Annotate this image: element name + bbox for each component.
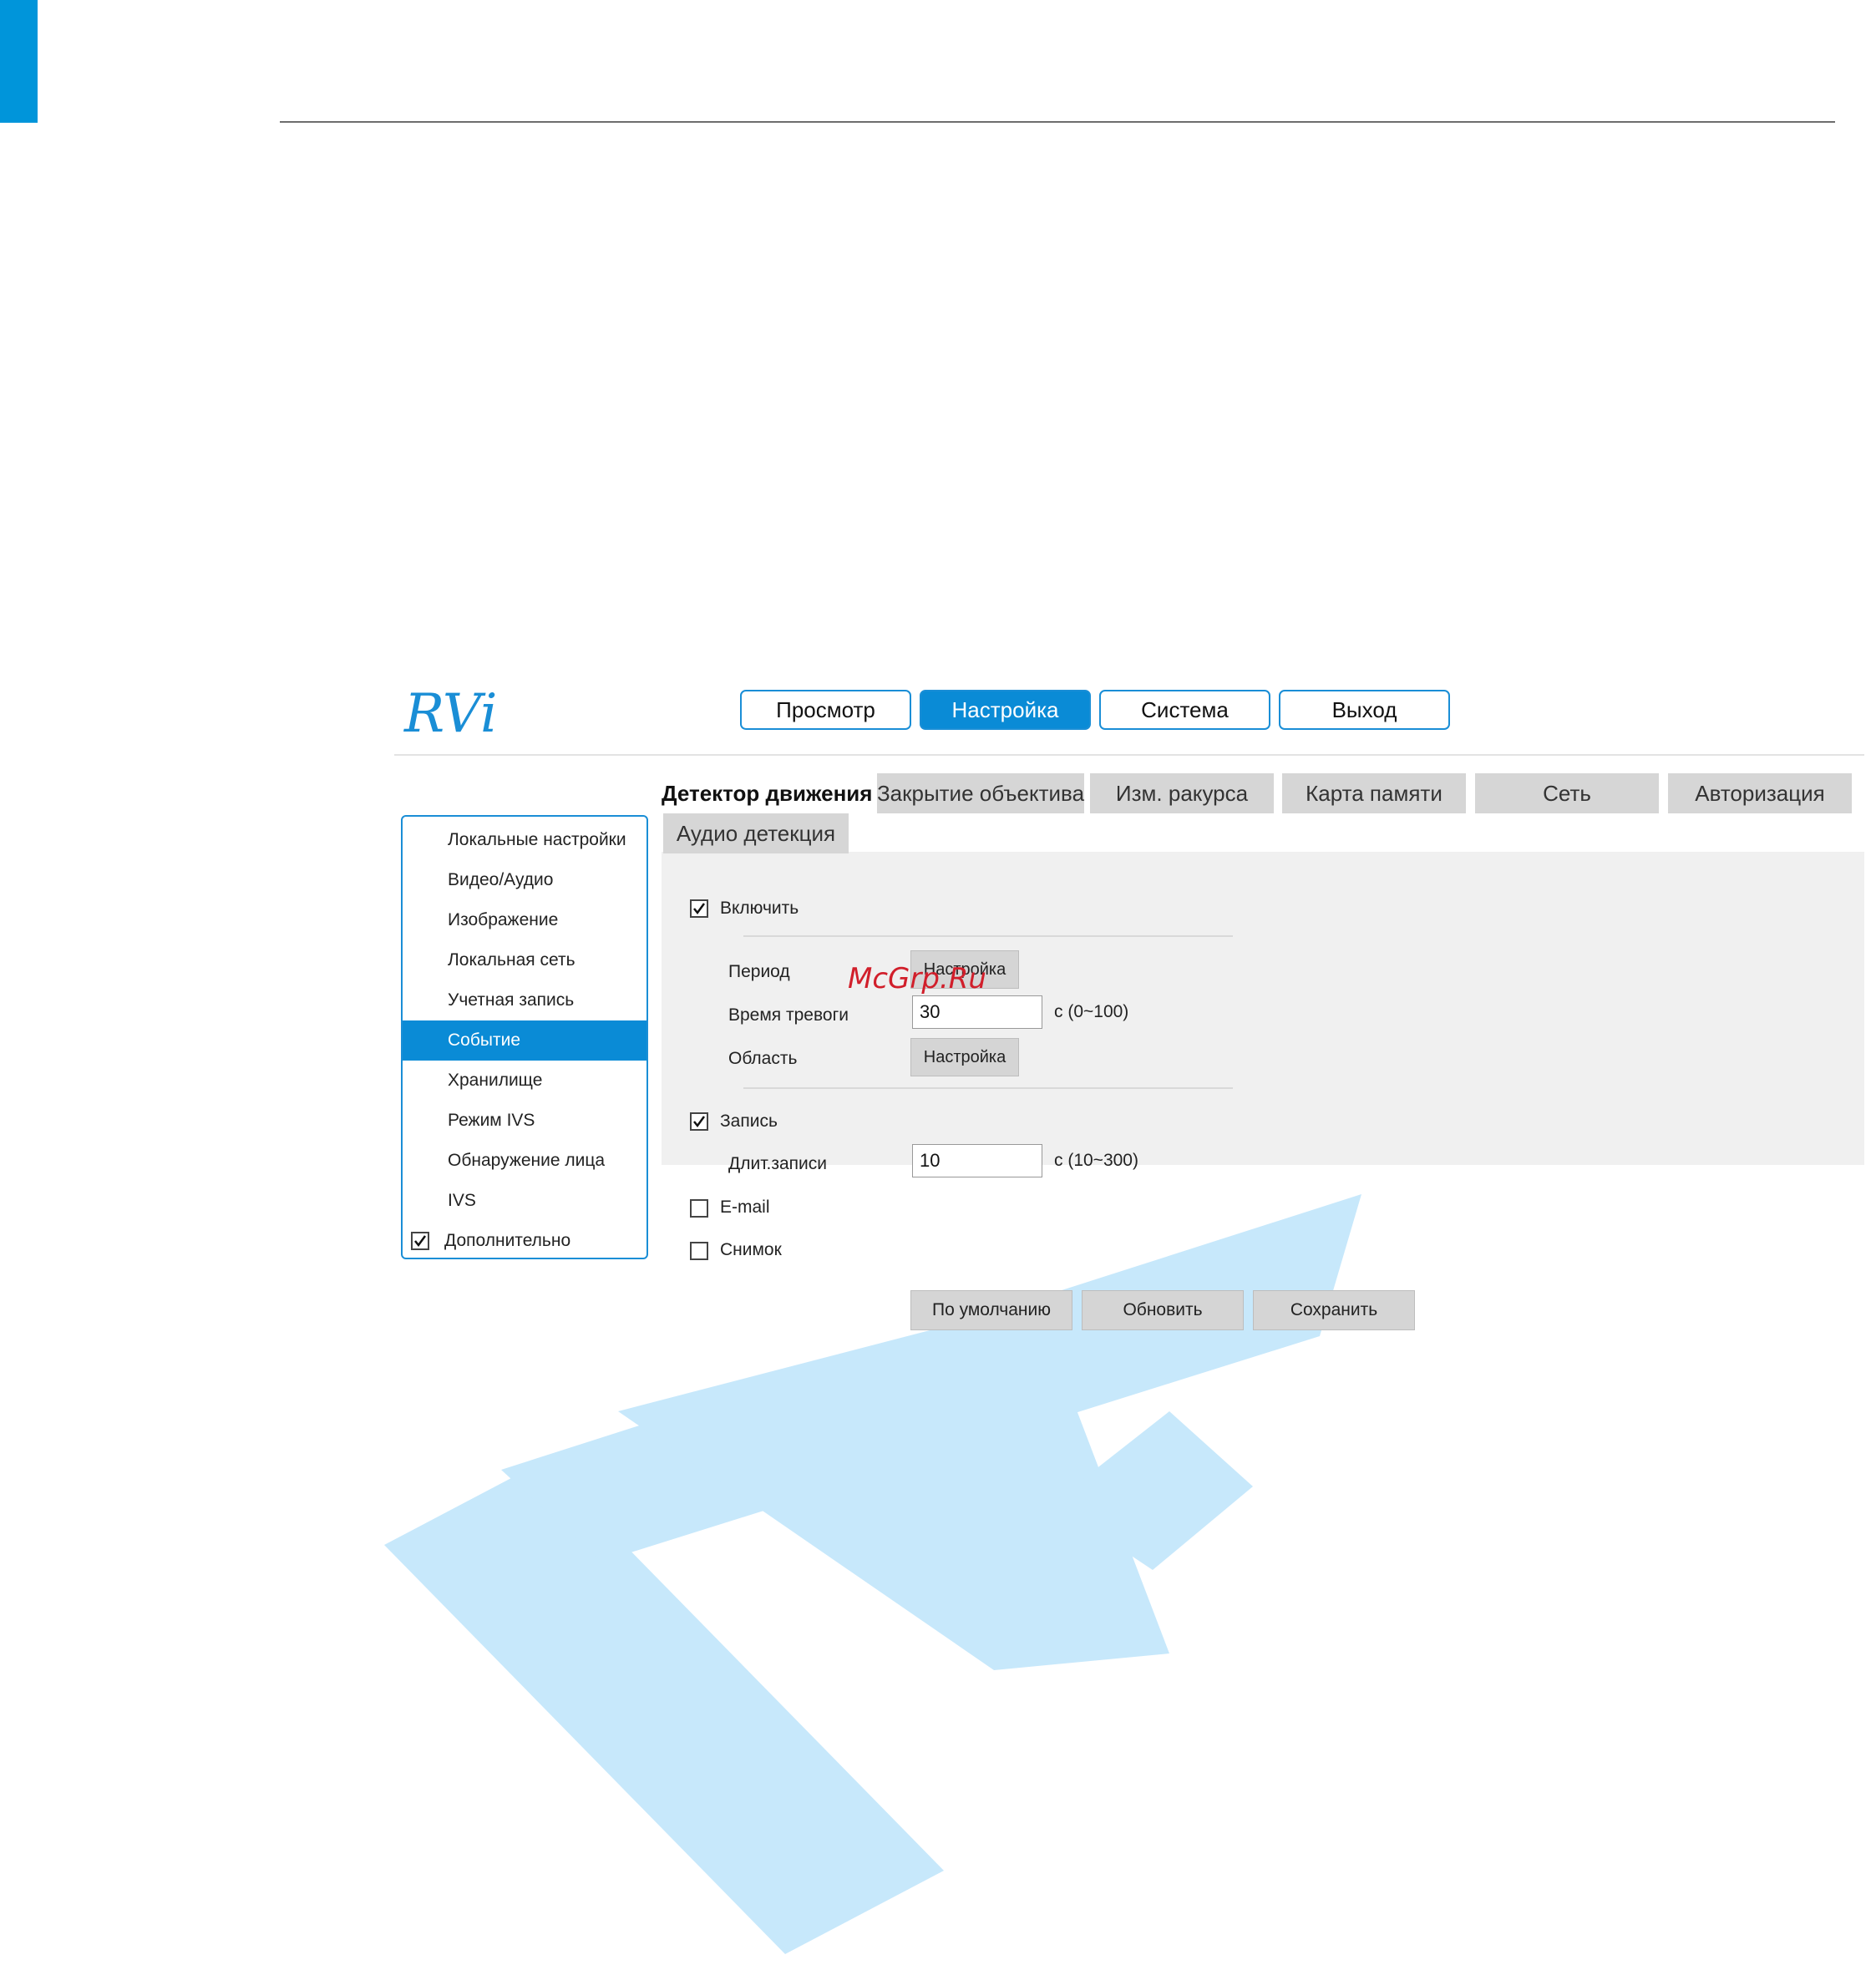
tab-network[interactable]: Сеть xyxy=(1475,773,1659,813)
email-label: E-mail xyxy=(720,1198,770,1217)
section-divider xyxy=(743,1087,1233,1089)
checkmark-icon xyxy=(414,1235,427,1248)
enable-label: Включить xyxy=(720,899,799,918)
nav-button-logout[interactable]: Выход xyxy=(1279,690,1450,730)
header-divider xyxy=(394,754,1864,756)
nav-button-preview[interactable]: Просмотр xyxy=(740,690,911,730)
default-button[interactable]: По умолчанию xyxy=(910,1290,1072,1330)
sidebar-item-video-audio[interactable]: Видео/Аудио xyxy=(403,860,646,900)
record-duration-range: с (10~300) xyxy=(1054,1151,1138,1170)
sidebar-item-ivs-mode[interactable]: Режим IVS xyxy=(403,1101,646,1141)
svg-text:RVi: RVi xyxy=(403,683,497,745)
camera-web-ui: RVi Просмотр Настройка Система Выход Лок… xyxy=(393,668,1864,1336)
sidebar-item-ivs[interactable]: IVS xyxy=(403,1181,646,1221)
snapshot-checkbox[interactable] xyxy=(690,1242,708,1260)
tab-authorization[interactable]: Авторизация xyxy=(1668,773,1852,813)
sidebar-item-advanced[interactable]: Дополнительно xyxy=(403,1221,646,1261)
tab-memory-card[interactable]: Карта памяти xyxy=(1282,773,1466,813)
save-button[interactable]: Сохранить xyxy=(1253,1290,1415,1330)
area-setup-button[interactable]: Настройка xyxy=(910,1038,1019,1076)
page-header-rule xyxy=(280,121,1835,123)
alarm-time-range: с (0~100) xyxy=(1054,1002,1129,1021)
advanced-checkbox[interactable] xyxy=(411,1232,429,1250)
area-label: Область xyxy=(728,1049,798,1068)
alarm-time-label: Время тревоги xyxy=(728,1005,849,1025)
checkmark-icon xyxy=(693,903,706,915)
rvi-logo: RVi xyxy=(403,683,497,745)
tab-audio-detection[interactable]: Аудио детекция xyxy=(663,813,849,853)
tab-lens-masking[interactable]: Закрытие объектива xyxy=(877,773,1084,813)
refresh-button[interactable]: Обновить xyxy=(1082,1290,1244,1330)
record-duration-label: Длит.записи xyxy=(728,1154,827,1173)
sidebar-item-account[interactable]: Учетная запись xyxy=(403,980,646,1020)
record-label: Запись xyxy=(720,1112,778,1131)
sidebar-item-event[interactable]: Событие xyxy=(403,1020,646,1061)
record-checkbox[interactable] xyxy=(690,1112,708,1131)
section-divider xyxy=(743,935,1233,937)
alarm-time-input[interactable] xyxy=(912,995,1042,1029)
sidebar-item-image[interactable]: Изображение xyxy=(403,900,646,940)
email-checkbox[interactable] xyxy=(690,1199,708,1218)
sidebar-item-local-settings[interactable]: Локальные настройки xyxy=(403,820,646,860)
settings-sidebar: Локальные настройки Видео/Аудио Изображе… xyxy=(401,815,648,1259)
checkmark-icon xyxy=(693,1116,706,1128)
tab-scene-change[interactable]: Изм. ракурса xyxy=(1090,773,1274,813)
sidebar-item-face-detection[interactable]: Обнаружение лица xyxy=(403,1141,646,1181)
page-accent-strip xyxy=(0,0,38,123)
record-duration-input[interactable] xyxy=(912,1144,1042,1177)
enable-checkbox[interactable] xyxy=(690,899,708,918)
nav-button-system[interactable]: Система xyxy=(1099,690,1270,730)
period-label: Период xyxy=(728,962,790,981)
nav-button-settings[interactable]: Настройка xyxy=(920,690,1091,730)
advanced-label: Дополнительно xyxy=(444,1231,571,1250)
sidebar-item-local-network[interactable]: Локальная сеть xyxy=(403,940,646,980)
snapshot-label: Снимок xyxy=(720,1240,782,1259)
site-watermark-text: McGrp.Ru xyxy=(848,962,986,995)
sidebar-item-storage[interactable]: Хранилище xyxy=(403,1061,646,1101)
tab-motion-detection[interactable]: Детектор движения xyxy=(662,773,875,813)
